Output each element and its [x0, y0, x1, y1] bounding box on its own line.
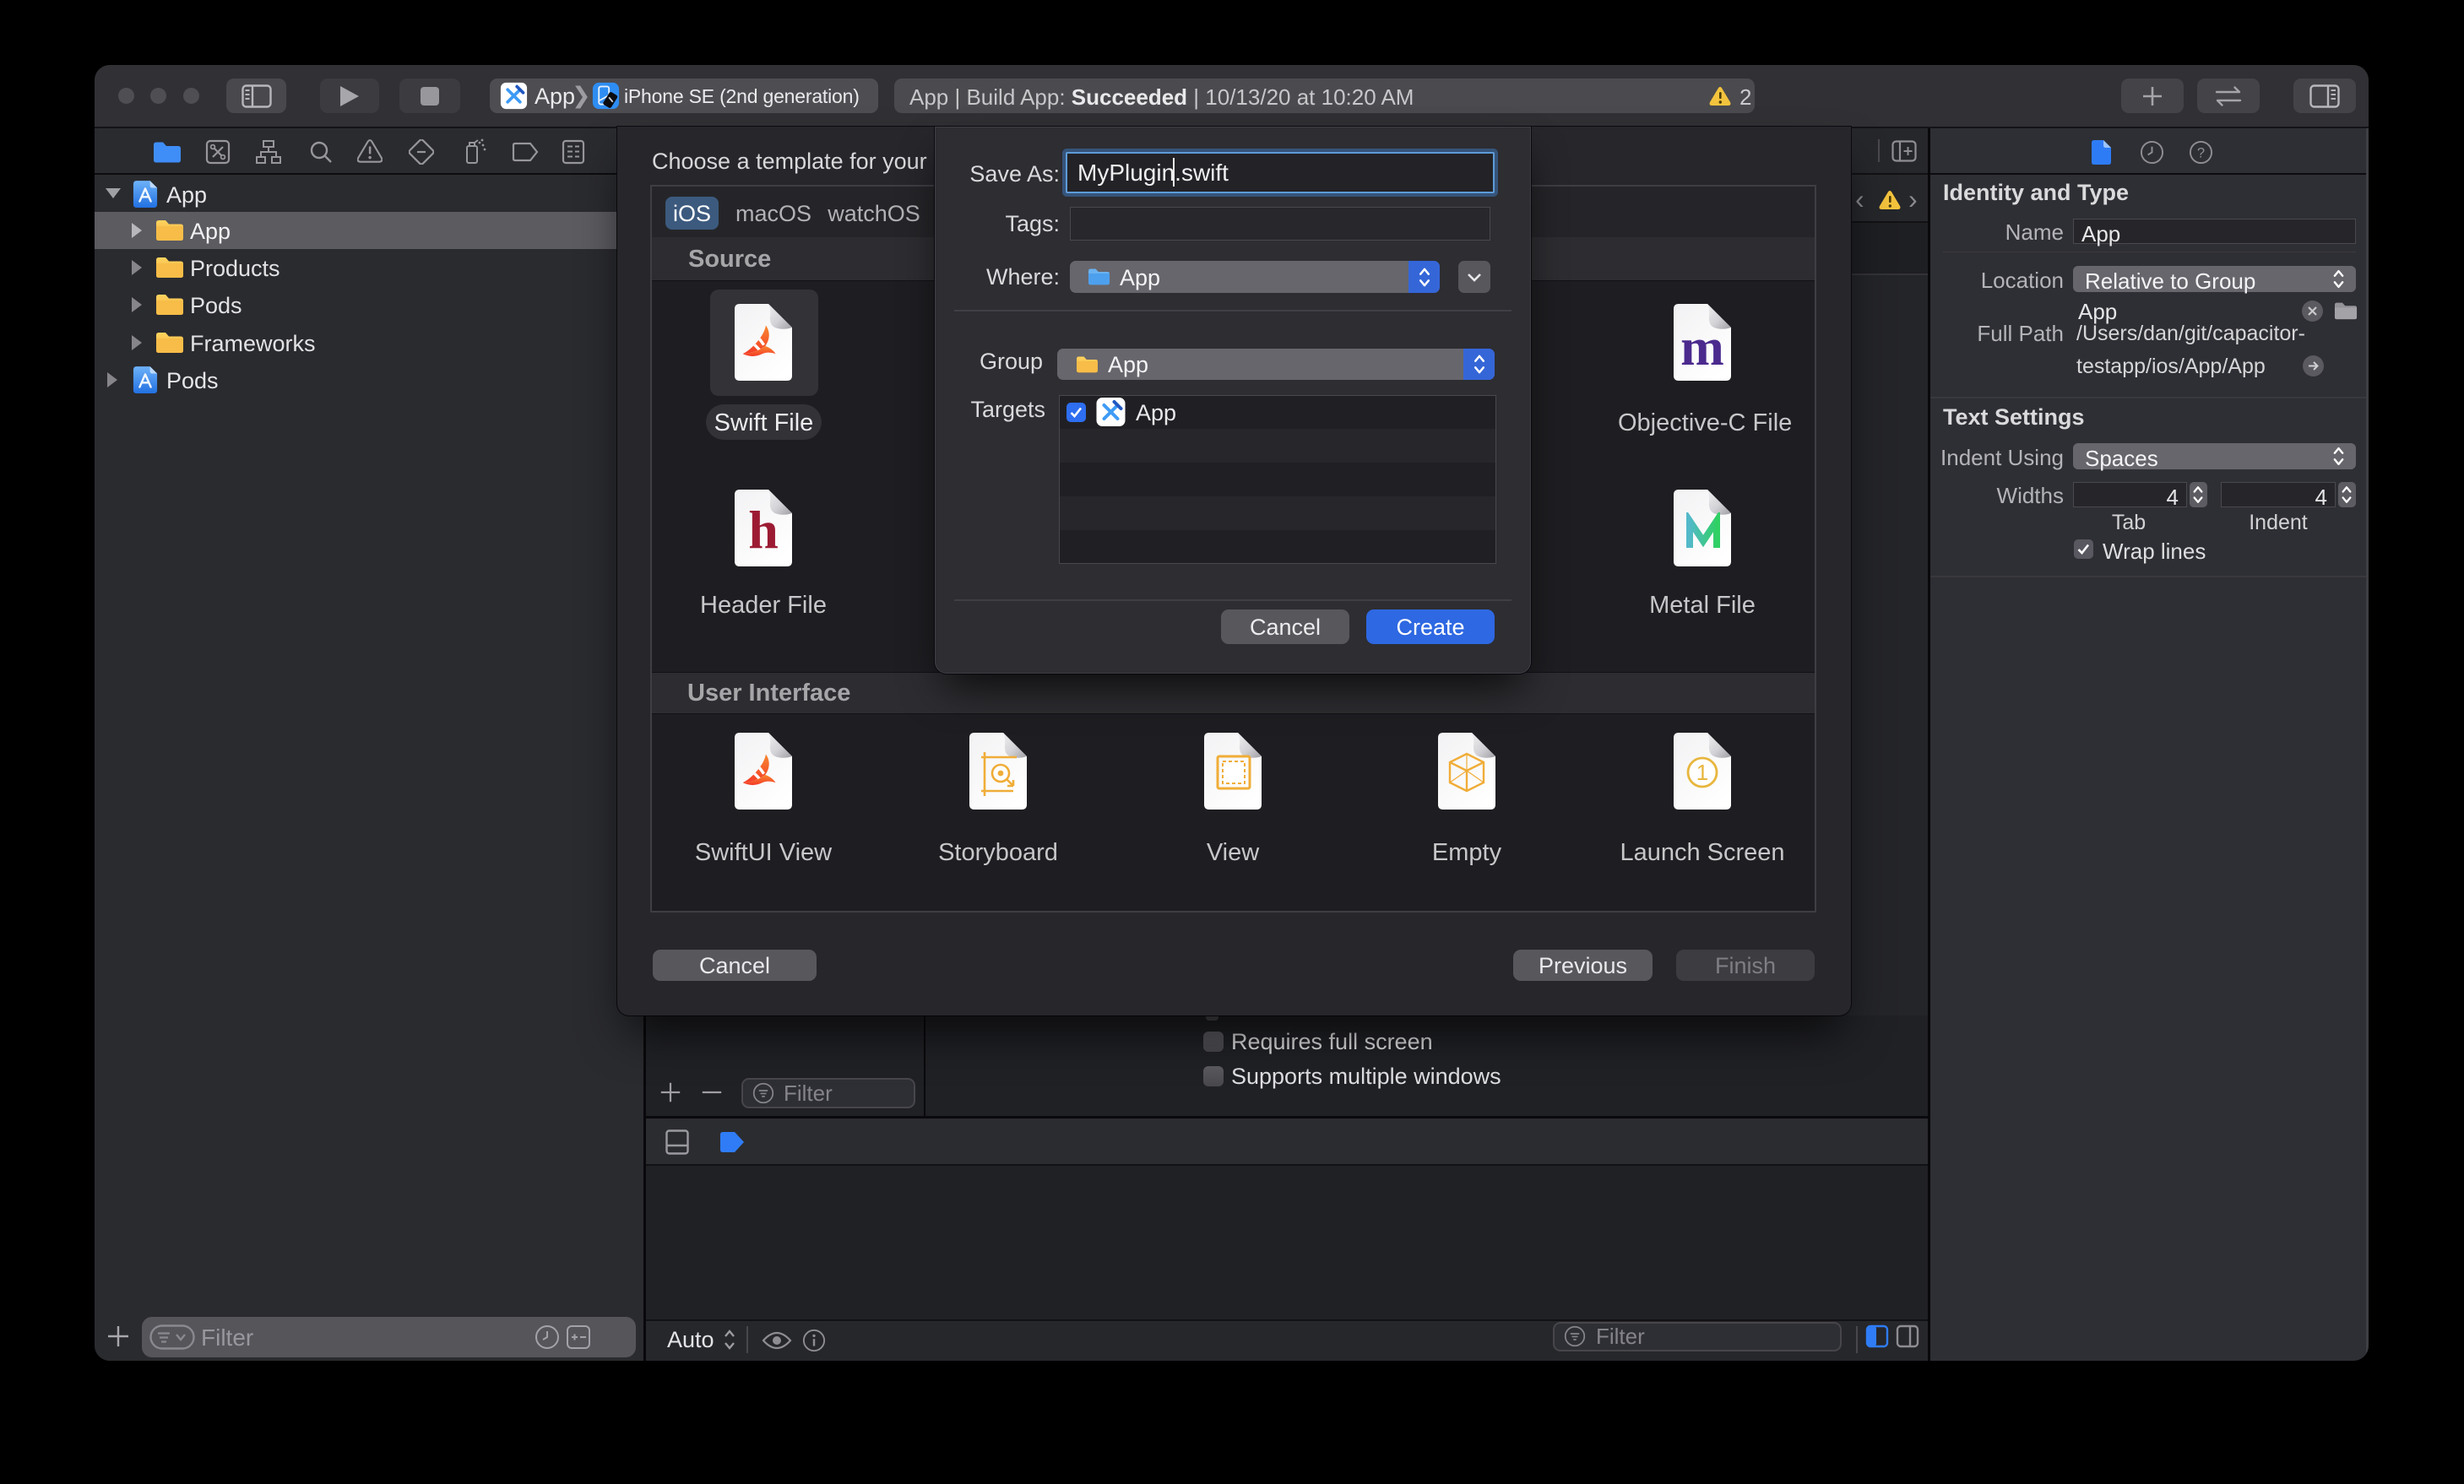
svg-text:?: ?: [2197, 145, 2205, 160]
svg-text:1: 1: [1696, 760, 1708, 785]
